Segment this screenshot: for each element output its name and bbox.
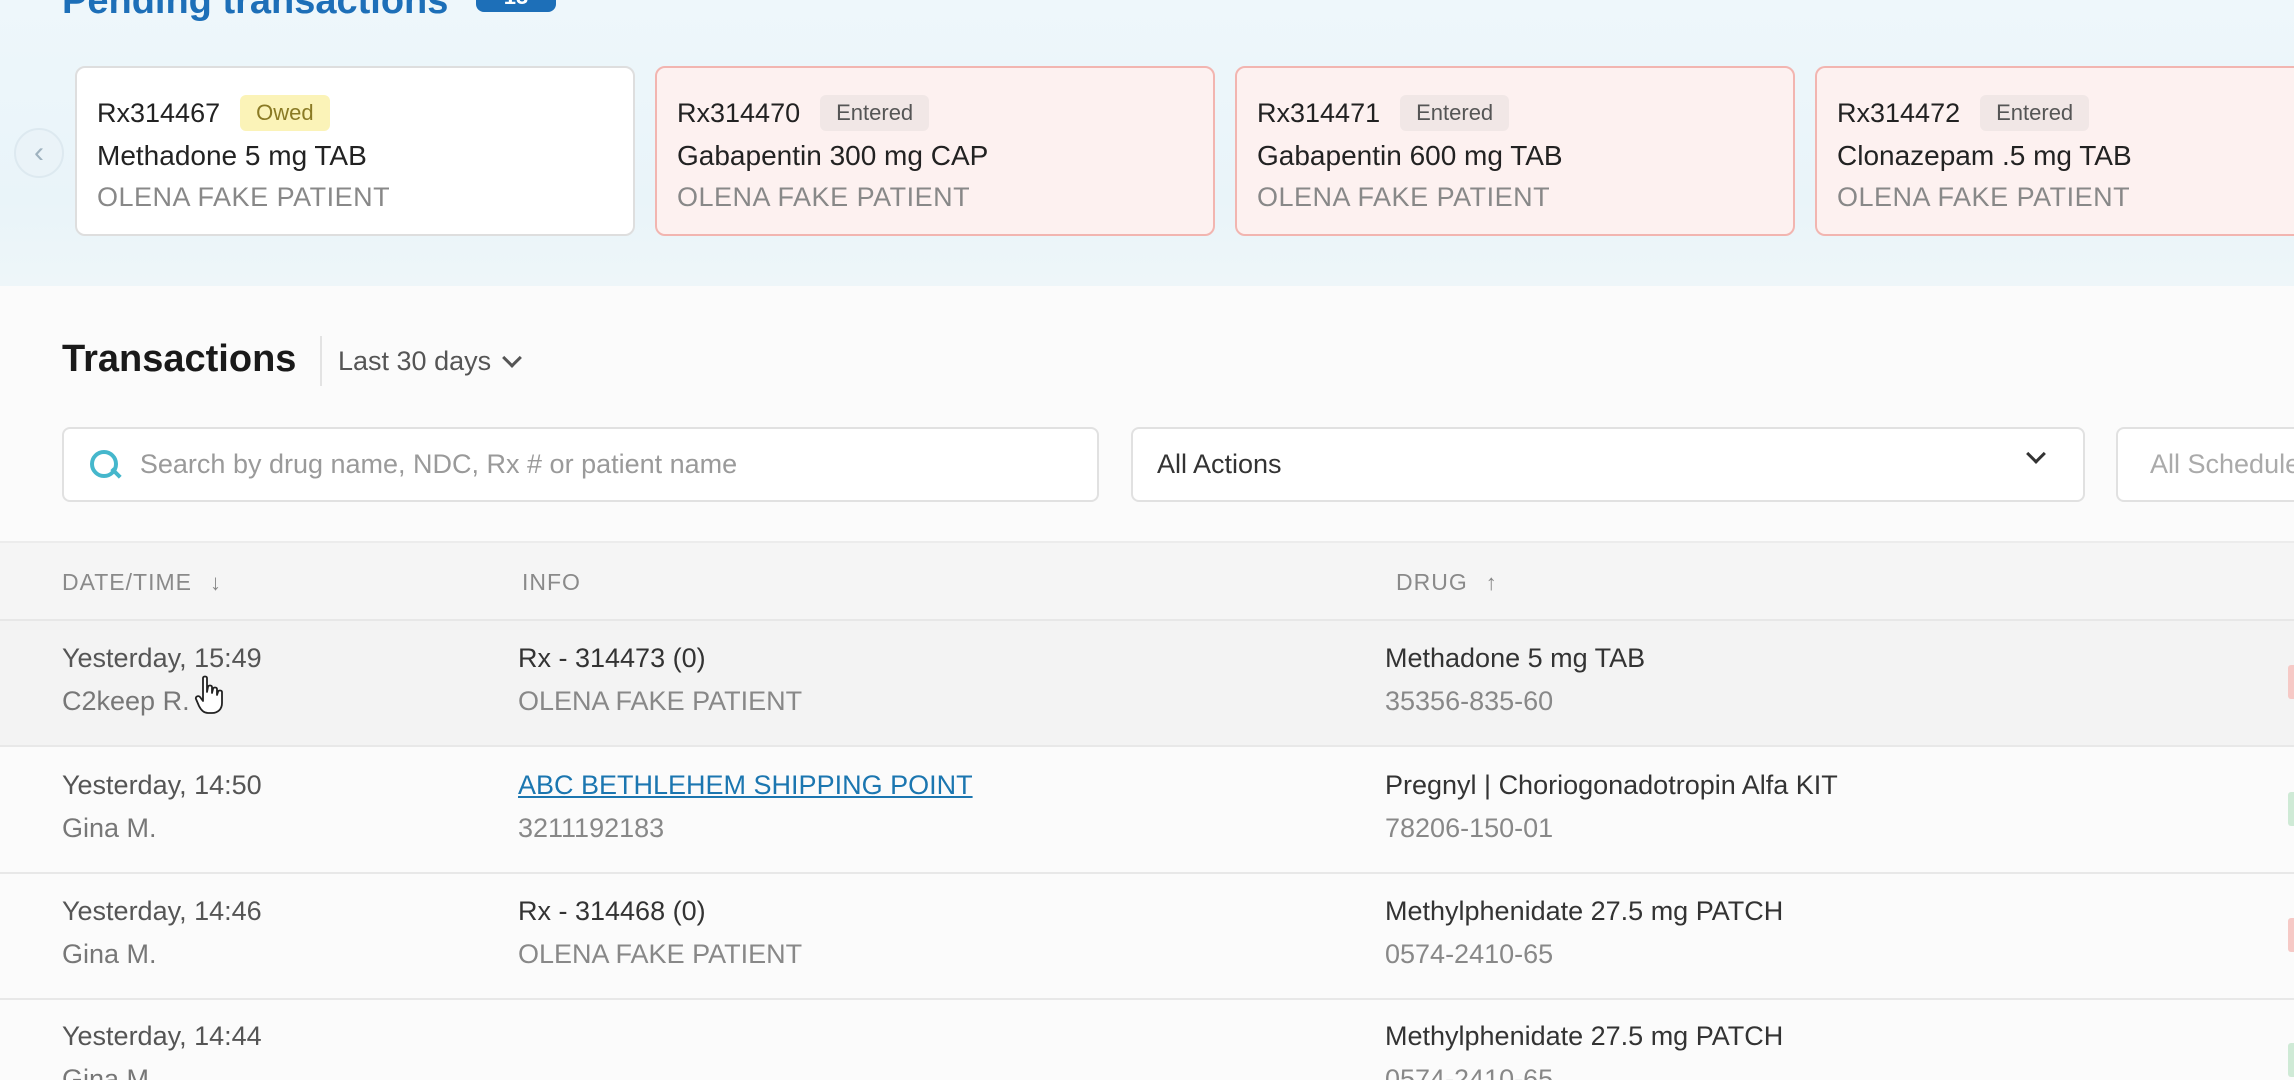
column-drug-label: DRUG bbox=[1396, 569, 1468, 595]
row-user: Gina M. bbox=[62, 813, 157, 843]
rx-number: Rx314471 bbox=[1257, 97, 1381, 128]
pending-card[interactable]: Rx314471 Entered Gabapentin 600 mg TAB O… bbox=[1235, 66, 1795, 236]
action-tag-edge bbox=[2288, 918, 2294, 952]
row-info-primary: Rx - 314468 (0) bbox=[518, 896, 706, 926]
pending-card[interactable]: Rx314470 Entered Gabapentin 300 mg CAP O… bbox=[655, 66, 1215, 236]
row-drug: Methadone 5 mg TAB bbox=[1385, 643, 1646, 673]
carousel-prev-button[interactable]: ‹ bbox=[14, 128, 64, 178]
info-cell: Rx - 314473 (0) OLENA FAKE PATIENT bbox=[518, 643, 802, 717]
card-patient: OLENA FAKE PATIENT bbox=[1257, 182, 1551, 212]
card-patient: OLENA FAKE PATIENT bbox=[677, 182, 971, 212]
datetime-cell: Yesterday, 15:49 C2keep R. bbox=[62, 643, 262, 717]
rx-number: Rx314470 bbox=[677, 97, 801, 128]
hand-pointer-cursor-icon bbox=[194, 675, 223, 714]
pending-count-badge: 13 bbox=[476, 0, 556, 12]
row-info-secondary: OLENA FAKE PATIENT bbox=[518, 939, 803, 969]
row-date: Yesterday, 14:50 bbox=[62, 770, 262, 800]
status-badge: Entered bbox=[820, 95, 930, 131]
table-row[interactable]: Yesterday, 15:49 C2keep R. Rx - 314473 (… bbox=[0, 621, 2294, 747]
column-datetime-label: DATE/TIME bbox=[62, 569, 192, 595]
row-drug: Methylphenidate 27.5 mg PATCH bbox=[1385, 1021, 1784, 1051]
sort-up-icon: ↑ bbox=[1485, 569, 1498, 595]
datetime-cell: Yesterday, 14:44 Gina M. bbox=[62, 1021, 262, 1080]
pending-card[interactable]: Rx314472 Entered Clonazepam .5 mg TAB OL… bbox=[1815, 66, 2294, 236]
rx-number: Rx314472 bbox=[1837, 97, 1961, 128]
search-icon bbox=[88, 448, 122, 482]
table-row[interactable]: Yesterday, 14:50 Gina M. ABC BETHLEHEM S… bbox=[0, 748, 2294, 874]
schedule-filter-select[interactable]: All Schedules bbox=[2116, 427, 2294, 502]
supplier-link[interactable]: ABC BETHLEHEM SHIPPING POINT bbox=[518, 770, 973, 801]
column-datetime[interactable]: DATE/TIME ↓ bbox=[62, 569, 222, 596]
date-range-label: Last 30 days bbox=[338, 346, 492, 376]
pending-title: Pending transactions bbox=[62, 0, 449, 22]
card-patient: OLENA FAKE PATIENT bbox=[1837, 182, 2131, 212]
row-drug: Methylphenidate 27.5 mg PATCH bbox=[1385, 896, 1784, 926]
status-badge: Entered bbox=[1980, 95, 2090, 131]
schedule-filter-value: All Schedules bbox=[2150, 449, 2294, 479]
sort-down-icon: ↓ bbox=[209, 569, 222, 595]
table-header: DATE/TIME ↓ INFO DRUG ↑ bbox=[0, 541, 2294, 621]
row-user: Gina M. bbox=[62, 939, 157, 969]
row-ndc: 0574-2410-65 bbox=[1385, 1064, 1554, 1080]
row-info-secondary: 3211192183 bbox=[518, 813, 665, 843]
transactions-title: Transactions bbox=[62, 338, 297, 380]
row-date: Yesterday, 15:49 bbox=[62, 643, 262, 673]
row-user: C2keep R. bbox=[62, 686, 190, 716]
action-tag-edge bbox=[2288, 792, 2294, 826]
chevron-left-icon: ‹ bbox=[34, 136, 44, 169]
card-drug: Clonazepam .5 mg TAB bbox=[1837, 140, 2132, 171]
drug-cell: Pregnyl | Choriogonadotropin Alfa KIT 78… bbox=[1385, 770, 1838, 844]
row-info-secondary: OLENA FAKE PATIENT bbox=[518, 686, 803, 716]
row-ndc: 78206-150-01 bbox=[1385, 813, 1554, 843]
actions-filter-select[interactable]: All Actions bbox=[1131, 427, 2085, 502]
card-drug: Gabapentin 600 mg TAB bbox=[1257, 140, 1563, 171]
table-row[interactable]: Yesterday, 14:46 Gina M. Rx - 314468 (0)… bbox=[0, 874, 2294, 1000]
pending-card[interactable]: Rx314467 Owed Methadone 5 mg TAB OLENA F… bbox=[75, 66, 635, 236]
date-range-dropdown[interactable]: Last 30 days bbox=[338, 346, 523, 377]
info-cell: ABC BETHLEHEM SHIPPING POINT 3211192183 bbox=[518, 770, 973, 844]
row-drug: Pregnyl | Choriogonadotropin Alfa KIT bbox=[1385, 770, 1838, 800]
row-ndc: 35356-835-60 bbox=[1385, 686, 1554, 716]
info-cell: Rx - 314468 (0) OLENA FAKE PATIENT bbox=[518, 896, 802, 970]
row-user: Gina M. bbox=[62, 1064, 157, 1080]
card-drug: Gabapentin 300 mg CAP bbox=[677, 140, 989, 171]
search-input[interactable] bbox=[139, 449, 1097, 480]
column-info: INFO bbox=[522, 569, 581, 596]
chevron-down-icon bbox=[502, 347, 523, 368]
datetime-cell: Yesterday, 14:50 Gina M. bbox=[62, 770, 262, 844]
rx-number: Rx314467 bbox=[97, 97, 221, 128]
datetime-cell: Yesterday, 14:46 Gina M. bbox=[62, 896, 262, 970]
card-patient: OLENA FAKE PATIENT bbox=[97, 182, 391, 212]
row-ndc: 0574-2410-65 bbox=[1385, 939, 1554, 969]
status-badge: Owed bbox=[240, 95, 330, 131]
drug-cell: Methadone 5 mg TAB 35356-835-60 bbox=[1385, 643, 1645, 717]
table-row[interactable]: Yesterday, 14:44 Gina M. Methylphenidate… bbox=[0, 999, 2294, 1080]
drug-cell: Methylphenidate 27.5 mg PATCH 0574-2410-… bbox=[1385, 1021, 1783, 1080]
card-drug: Methadone 5 mg TAB bbox=[97, 140, 367, 171]
header-divider bbox=[320, 336, 322, 386]
row-info-primary: Rx - 314473 (0) bbox=[518, 643, 706, 673]
action-tag-edge bbox=[2288, 665, 2294, 699]
action-tag-edge bbox=[2288, 1043, 2294, 1077]
column-info-label: INFO bbox=[522, 569, 581, 595]
chevron-down-icon bbox=[2026, 444, 2046, 464]
pending-transactions-section: Pending transactions 13 ‹ Rx314467 Owed … bbox=[0, 0, 2294, 286]
actions-filter-value: All Actions bbox=[1157, 449, 1282, 479]
row-date: Yesterday, 14:46 bbox=[62, 896, 262, 926]
row-date: Yesterday, 14:44 bbox=[62, 1021, 262, 1051]
column-drug[interactable]: DRUG ↑ bbox=[1396, 569, 1498, 596]
drug-cell: Methylphenidate 27.5 mg PATCH 0574-2410-… bbox=[1385, 896, 1783, 970]
status-badge: Entered bbox=[1400, 95, 1510, 131]
search-box[interactable] bbox=[62, 427, 1099, 502]
